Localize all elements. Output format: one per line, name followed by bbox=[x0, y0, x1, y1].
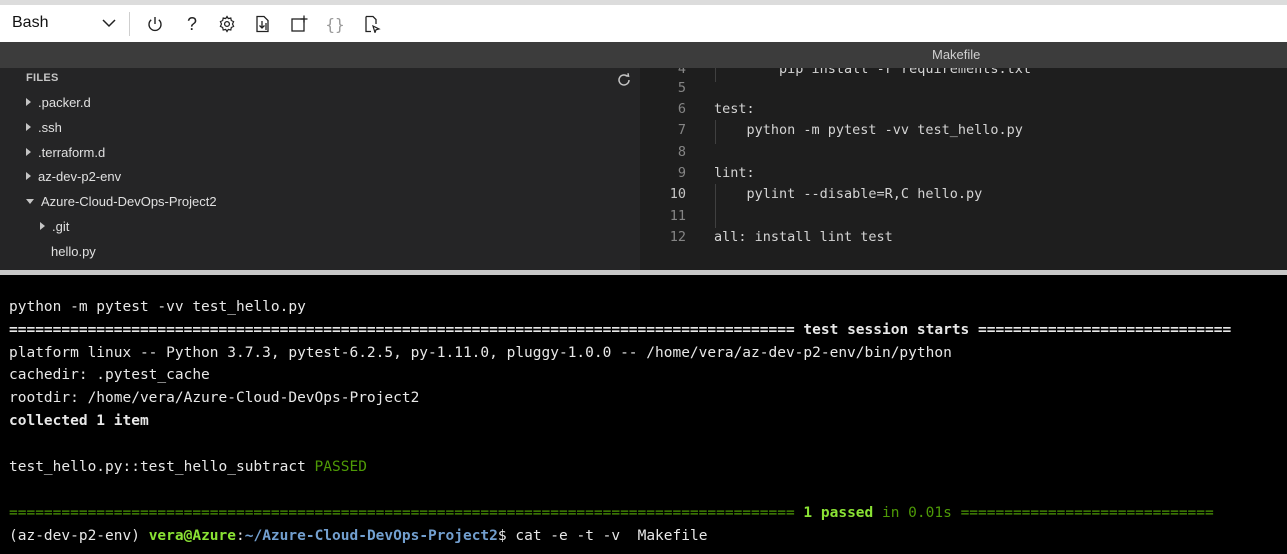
tree-item-label: hello.py bbox=[51, 243, 96, 259]
tree-item-label: .git bbox=[52, 218, 70, 234]
tree-item-label: .terraform.d bbox=[38, 144, 106, 160]
separator-right: ============================= bbox=[960, 505, 1214, 521]
toolbar-separator bbox=[129, 12, 130, 36]
tree-item-az-dev-env[interactable]: az-dev-p2-env bbox=[26, 166, 121, 186]
terminal-line-summary: ========================================… bbox=[9, 505, 1214, 521]
line-number: 9 bbox=[677, 165, 686, 181]
cloud-shell-toolbar: Bash ? {} bbox=[0, 5, 1287, 43]
prompt-command[interactable]: cat -e -t -v Makefile bbox=[515, 528, 707, 544]
code-line: lint: bbox=[714, 165, 755, 181]
tree-item-label: Azure-Cloud-DevOps-Project2 bbox=[41, 193, 217, 209]
tree-item-hello-py[interactable]: hello.py bbox=[51, 241, 96, 261]
braces-icon[interactable]: {} bbox=[324, 13, 346, 35]
line-number: 8 bbox=[677, 144, 686, 160]
line-number: 5 bbox=[677, 80, 686, 96]
tree-item-terraform[interactable]: .terraform.d bbox=[26, 142, 105, 162]
tree-item-label: .ssh bbox=[38, 119, 62, 135]
separator-left: ========================================… bbox=[9, 505, 795, 521]
settings-icon[interactable] bbox=[216, 13, 238, 35]
expand-arrow-icon[interactable] bbox=[26, 98, 31, 106]
prompt-env: (az-dev-p2-env) bbox=[9, 528, 149, 544]
file-explorer: FILES .packer.d .ssh .terraform.d az-dev… bbox=[0, 68, 640, 270]
editor-title-bar: Makefile bbox=[0, 42, 1287, 68]
terminal-line-platform: platform linux -- Python 3.7.3, pytest-6… bbox=[9, 345, 952, 361]
separator-right: ============================= bbox=[978, 322, 1232, 338]
test-status: PASSED bbox=[314, 459, 367, 475]
code-line: pip install -r requirements.txt bbox=[714, 68, 1031, 77]
code-line: pylint --disable=R,C hello.py bbox=[714, 186, 983, 202]
editor-file-title: Makefile bbox=[932, 47, 981, 62]
tree-item-label: az-dev-p2-env bbox=[38, 168, 122, 184]
refresh-icon[interactable] bbox=[616, 72, 632, 88]
line-number: 6 bbox=[677, 101, 686, 117]
line-number-active: 10 bbox=[669, 186, 686, 202]
line-number: 4 bbox=[677, 68, 686, 77]
separator-left: ========================================… bbox=[9, 322, 795, 338]
help-icon[interactable]: ? bbox=[181, 13, 203, 35]
tree-item-git[interactable]: .git bbox=[40, 216, 69, 236]
tree-item-packer[interactable]: .packer.d bbox=[26, 92, 91, 112]
terminal-line-rootdir: rootdir: /home/vera/Azure-Cloud-DevOps-P… bbox=[9, 390, 420, 406]
files-header: FILES bbox=[26, 72, 59, 84]
line-number: 7 bbox=[677, 122, 686, 138]
terminal-line-test-result: test_hello.py::test_hello_subtract PASSE… bbox=[9, 459, 367, 475]
prompt-colon: : bbox=[236, 528, 245, 544]
expand-arrow-icon[interactable] bbox=[26, 172, 31, 180]
expand-arrow-icon[interactable] bbox=[40, 222, 45, 230]
code-line: all: install lint test bbox=[714, 229, 893, 245]
tree-item-ssh[interactable]: .ssh bbox=[26, 117, 62, 137]
tree-item-label: .packer.d bbox=[38, 94, 91, 110]
terminal-line-collected: collected 1 item bbox=[9, 413, 149, 429]
session-header: test session starts bbox=[794, 322, 979, 338]
terminal-prompt-line: (az-dev-p2-env) vera@Azure:~/Azure-Cloud… bbox=[9, 528, 707, 544]
tree-item-project2[interactable]: Azure-Cloud-DevOps-Project2 bbox=[26, 191, 217, 211]
code-line: python -m pytest -vv test_hello.py bbox=[714, 122, 1023, 138]
expand-arrow-icon[interactable] bbox=[26, 123, 31, 131]
chevron-down-icon[interactable] bbox=[101, 15, 117, 31]
test-name: test_hello.py::test_hello_subtract bbox=[9, 459, 315, 475]
terminal-line-cachedir: cachedir: .pytest_cache bbox=[9, 367, 210, 383]
web-preview-icon[interactable] bbox=[361, 13, 383, 35]
expand-arrow-icon[interactable] bbox=[26, 148, 31, 156]
line-number: 12 bbox=[669, 229, 686, 245]
code-line: test: bbox=[714, 101, 755, 117]
prompt-dollar: $ bbox=[497, 528, 516, 544]
terminal[interactable]: python -m pytest -vv test_hello.py =====… bbox=[0, 275, 1287, 554]
code-editor[interactable]: 4 pip install -r requirements.txt 5 6 te… bbox=[640, 68, 1287, 270]
power-icon[interactable] bbox=[144, 13, 166, 35]
terminal-line-separator: ========================================… bbox=[9, 322, 1231, 338]
new-session-icon[interactable] bbox=[288, 13, 310, 35]
shell-selector[interactable]: Bash bbox=[12, 14, 48, 32]
line-number: 11 bbox=[669, 208, 686, 224]
duration: in 0.01s bbox=[873, 505, 961, 521]
collapse-arrow-icon[interactable] bbox=[26, 198, 34, 204]
terminal-line-command: python -m pytest -vv test_hello.py bbox=[9, 299, 306, 315]
prompt-user: vera@Azure bbox=[148, 528, 236, 544]
prompt-path: ~/Azure-Cloud-DevOps-Project2 bbox=[244, 528, 498, 544]
upload-download-icon[interactable] bbox=[252, 13, 274, 35]
passed-count: 1 passed bbox=[794, 505, 874, 521]
